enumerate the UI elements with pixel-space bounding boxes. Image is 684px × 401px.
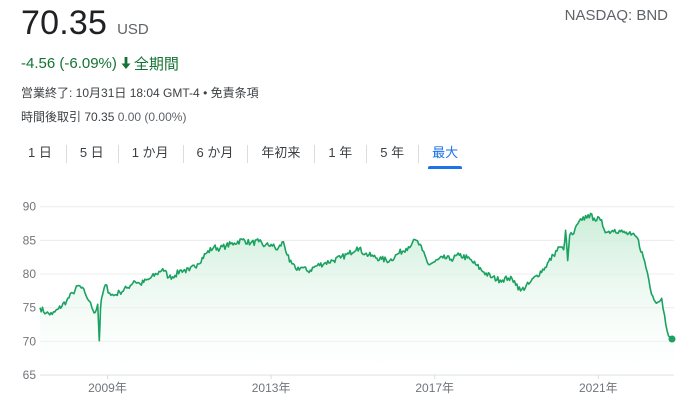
range-tabs: 1 日 5 日 1 か月 6 か月 年初来 1 年 5 年 最大 — [14, 142, 472, 169]
close-info: 営業終了: 10月31日 18:04 GMT-4 • 免責条項 — [21, 86, 259, 100]
price-change: -4.56 (-6.09%) 全期間 — [21, 53, 179, 74]
y-tick-label: 80 — [23, 267, 37, 281]
y-tick-label: 75 — [23, 301, 37, 315]
y-tick-label: 90 — [23, 200, 37, 214]
x-tick-label: 2021年 — [579, 381, 618, 395]
y-tick-label: 70 — [23, 334, 37, 348]
after-hours-change: 0.00 (0.00%) — [117, 110, 187, 124]
tab-5-day[interactable]: 5 日 — [65, 142, 118, 166]
currency-label: USD — [117, 21, 149, 38]
tab-max[interactable]: 最大 — [418, 142, 472, 169]
current-price: 70.35 — [21, 4, 108, 42]
after-hours-price: 70.35 — [84, 110, 115, 124]
exchange-ticker: NASDAQ: BND — [564, 7, 668, 24]
down-arrow-icon — [121, 56, 131, 72]
after-hours-info: 時間後取引 70.35 0.00 (0.00%) — [21, 108, 186, 125]
after-hours-label: 時間後取引 — [21, 110, 82, 124]
active-tab-underline — [428, 166, 463, 169]
tab-ytd[interactable]: 年初来 — [247, 142, 314, 166]
y-tick-label: 85 — [23, 233, 37, 247]
tab-1-day[interactable]: 1 日 — [14, 142, 66, 166]
price-row: 70.35 USD — [21, 4, 149, 43]
price-chart[interactable]: 90 85 80 75 70 65 2009年 2013年 2017年 2021年 — [0, 190, 684, 401]
latest-price-dot — [668, 335, 676, 343]
x-tick-label: 2013年 — [252, 381, 291, 395]
price-area-fill — [40, 213, 674, 375]
tab-1-month[interactable]: 1 か月 — [117, 142, 183, 166]
change-period: 全期間 — [133, 56, 179, 73]
x-tick-label: 2017年 — [415, 381, 454, 395]
x-axis-labels: 2009年 2013年 2017年 2021年 — [88, 375, 618, 395]
y-tick-label: 65 — [23, 368, 37, 382]
tab-5-year[interactable]: 5 年 — [366, 142, 418, 166]
tab-1-year[interactable]: 1 年 — [314, 142, 366, 166]
x-tick-label: 2009年 — [88, 381, 127, 395]
y-axis-labels: 90 85 80 75 70 65 — [23, 200, 37, 382]
change-value: -4.56 (-6.09%) — [21, 55, 117, 72]
tab-6-month[interactable]: 6 か月 — [182, 142, 248, 166]
